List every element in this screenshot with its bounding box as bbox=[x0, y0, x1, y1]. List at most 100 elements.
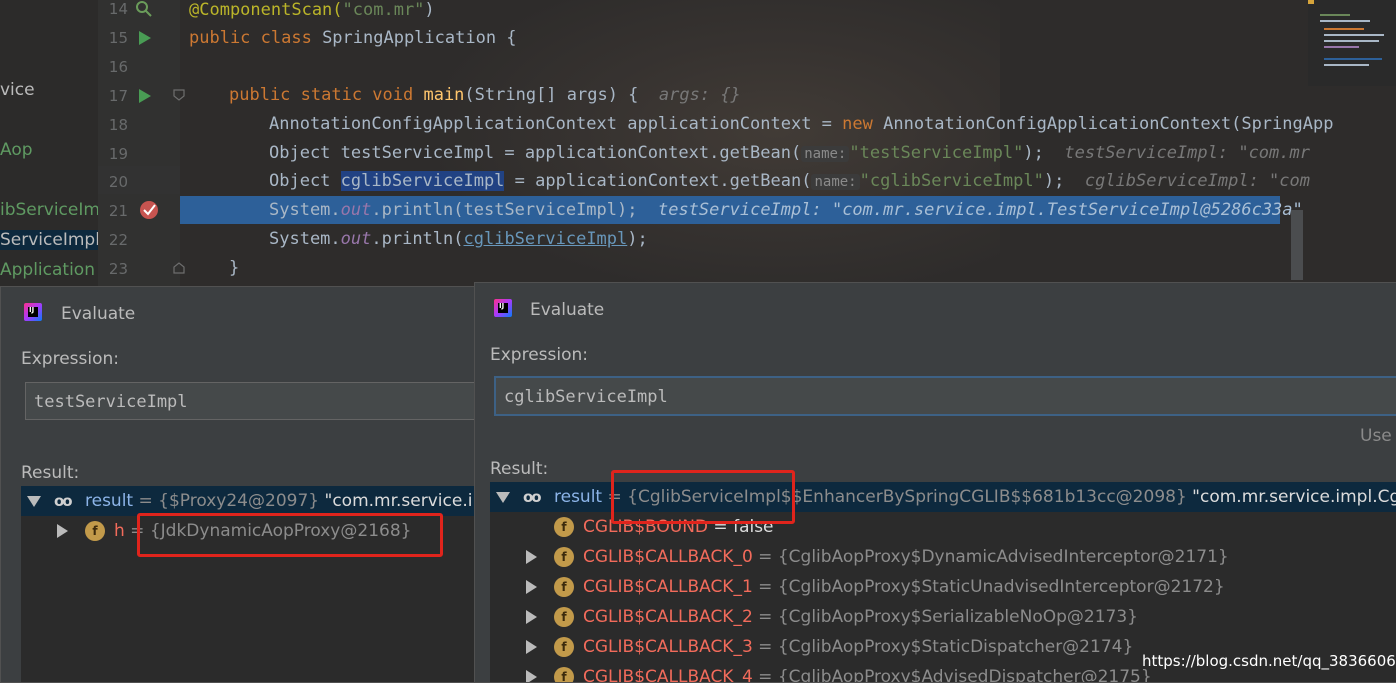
project-item-cglib-service-impl[interactable]: ibServiceImp bbox=[0, 200, 98, 220]
line-number: 17 bbox=[108, 87, 128, 105]
string-literal: "com.mr" bbox=[342, 0, 425, 20]
field-value: {CglibAopProxy$SerializableNoOp@2173} bbox=[777, 607, 1138, 627]
selected-identifier: cglibServiceImpl bbox=[340, 171, 505, 191]
parameter-hint: name: bbox=[801, 146, 850, 162]
expand-arrow-icon[interactable] bbox=[57, 524, 68, 538]
tree-row-callback-0[interactable]: f CGLIB$CALLBACK_0 = {CglibAopProxy$Dyna… bbox=[490, 542, 1396, 572]
inline-debug-value: testServiceImpl: "com.mr bbox=[1064, 143, 1310, 163]
editor-scrollbar[interactable] bbox=[1291, 210, 1303, 280]
expand-arrow-icon[interactable] bbox=[526, 640, 537, 654]
use-link[interactable]: Use bbox=[1360, 426, 1392, 446]
equals-sign: = bbox=[752, 637, 778, 657]
expand-arrow-icon[interactable] bbox=[526, 670, 537, 682]
fold-icon[interactable] bbox=[172, 88, 186, 102]
equals-sign: = bbox=[133, 491, 159, 511]
field-icon: f bbox=[554, 607, 574, 627]
code-line-17[interactable]: public static void main(String[] args) {… bbox=[229, 81, 741, 109]
code-token: .println(testServiceImpl); bbox=[371, 200, 638, 220]
collapse-arrow-icon[interactable] bbox=[27, 496, 41, 507]
inline-debug-value: testServiceImpl: "com.mr.service.impl.Te… bbox=[657, 200, 1303, 220]
code-token: AnnotationConfigApplicationContext appli… bbox=[269, 114, 843, 134]
field-name: CGLIB$CALLBACK_1 bbox=[583, 577, 753, 597]
bean-search-icon[interactable] bbox=[134, 0, 154, 18]
result-label: Result: bbox=[21, 463, 80, 483]
code-token: System. bbox=[269, 200, 341, 220]
field-value: {CglibAopProxy$DynamicAdvisedInterceptor… bbox=[777, 547, 1229, 567]
field-name: h bbox=[114, 521, 125, 541]
variable-string-value: "com.mr.service.impl.CglibServ bbox=[1192, 487, 1396, 507]
equals-sign: = bbox=[752, 547, 778, 567]
string-literal: "testServiceImpl" bbox=[849, 143, 1024, 163]
expression-input[interactable]: testServiceImpl bbox=[25, 382, 475, 420]
underlined-identifier: cglibServiceImpl bbox=[463, 229, 628, 249]
code-token: Object bbox=[269, 171, 341, 191]
class-name: SpringApplication { bbox=[322, 28, 517, 48]
keyword: public static void bbox=[229, 85, 424, 105]
field-name: CGLIB$CALLBACK_3 bbox=[583, 637, 753, 657]
code-token: (String[] args) { bbox=[464, 85, 639, 105]
project-tool-window: vice Aop ibServiceImp ServiceImpl Applic… bbox=[0, 0, 98, 290]
collapse-arrow-icon[interactable] bbox=[496, 492, 510, 503]
line-number: 14 bbox=[108, 0, 128, 18]
string-literal: "cglibServiceImpl" bbox=[859, 171, 1044, 191]
watermark: https://blog.csdn.net/qq_38366063 bbox=[1142, 652, 1396, 670]
variable-name: result bbox=[85, 491, 134, 511]
annotation: @ComponentScan( bbox=[189, 0, 343, 20]
field-name: CGLIB$CALLBACK_2 bbox=[583, 607, 753, 627]
code-line-20[interactable]: Object cglibServiceImpl = applicationCon… bbox=[269, 167, 1310, 195]
inline-debug-value: args: {} bbox=[658, 85, 741, 105]
run-icon[interactable] bbox=[138, 30, 152, 46]
field-name: CGLIB$CALLBACK_0 bbox=[583, 547, 753, 567]
code-token: = applicationContext.getBean( bbox=[504, 171, 812, 191]
project-item-spring-application[interactable]: Application bbox=[0, 260, 95, 280]
field-icon: f bbox=[554, 577, 574, 597]
code-line-22[interactable]: System.out.println(cglibServiceImpl); bbox=[269, 225, 648, 253]
code-token: .println( bbox=[371, 229, 464, 249]
code-token: AnnotationConfigApplicationContext(Sprin… bbox=[872, 114, 1334, 134]
code-line-18[interactable]: AnnotationConfigApplicationContext appli… bbox=[269, 110, 1333, 138]
line-number: 23 bbox=[108, 260, 128, 278]
equals-sign: = bbox=[752, 607, 778, 627]
code-line-23[interactable]: } bbox=[229, 254, 239, 282]
highlight-box-jdk-proxy bbox=[137, 513, 443, 557]
parameter-hint: name: bbox=[811, 174, 860, 190]
breakpoint-icon[interactable] bbox=[138, 199, 160, 221]
line-number: 15 bbox=[108, 29, 128, 47]
tree-row-callback-2[interactable]: f CGLIB$CALLBACK_2 = {CglibAopProxy$Seri… bbox=[490, 602, 1396, 632]
code-token: Object testServiceImpl = applicationCont… bbox=[269, 143, 802, 163]
line-number: 18 bbox=[108, 116, 128, 134]
code-editor[interactable]: vice Aop ibServiceImp ServiceImpl Applic… bbox=[0, 0, 1396, 290]
equals-sign: = bbox=[752, 577, 778, 597]
line-number: 20 bbox=[108, 173, 128, 191]
inline-debug-value: cglibServiceImpl: "com bbox=[1084, 171, 1310, 191]
code-line-19[interactable]: Object testServiceImpl = applicationCont… bbox=[269, 139, 1310, 167]
line-number: 19 bbox=[108, 145, 128, 163]
expand-arrow-icon[interactable] bbox=[526, 610, 537, 624]
code-line-21[interactable]: System.out.println(testServiceImpl); tes… bbox=[269, 196, 1303, 224]
expand-arrow-icon[interactable] bbox=[526, 550, 537, 564]
field-icon: f bbox=[554, 637, 574, 657]
run-main-icon[interactable] bbox=[138, 88, 152, 104]
project-item-service[interactable]: vice bbox=[0, 80, 35, 100]
tree-row-callback-1[interactable]: f CGLIB$CALLBACK_1 = {CglibAopProxy$Stat… bbox=[490, 572, 1396, 602]
highlight-box-cglib-class bbox=[611, 470, 795, 524]
intellij-logo-icon: IJ bbox=[494, 299, 512, 317]
code-line-14[interactable]: @ComponentScan("com.mr") bbox=[189, 0, 435, 24]
code-line-15[interactable]: public class SpringApplication { bbox=[189, 24, 517, 52]
field-icon: f bbox=[554, 517, 574, 537]
expand-arrow-icon[interactable] bbox=[526, 580, 537, 594]
variable-string-value: "com.mr.service.impl bbox=[324, 491, 475, 511]
expression-input[interactable]: cglibServiceImpl bbox=[494, 376, 1396, 416]
field-icon: f bbox=[85, 521, 105, 541]
project-item-test-service-impl[interactable]: ServiceImpl bbox=[0, 230, 98, 250]
field-value: {CglibAopProxy$StaticDispatcher@2174} bbox=[777, 637, 1134, 657]
tree-row-result[interactable]: oo result = {$Proxy24@2097} "com.mr.serv… bbox=[21, 486, 475, 516]
code-token: System. bbox=[269, 229, 341, 249]
variable-value: {$Proxy24@2097} bbox=[158, 491, 320, 511]
code-minimap[interactable] bbox=[1308, 0, 1396, 86]
static-field: out bbox=[340, 229, 372, 249]
line-number: 16 bbox=[108, 58, 128, 76]
line-number: 22 bbox=[108, 231, 128, 249]
project-item-aop[interactable]: Aop bbox=[0, 140, 33, 160]
fold-icon[interactable] bbox=[172, 261, 186, 275]
